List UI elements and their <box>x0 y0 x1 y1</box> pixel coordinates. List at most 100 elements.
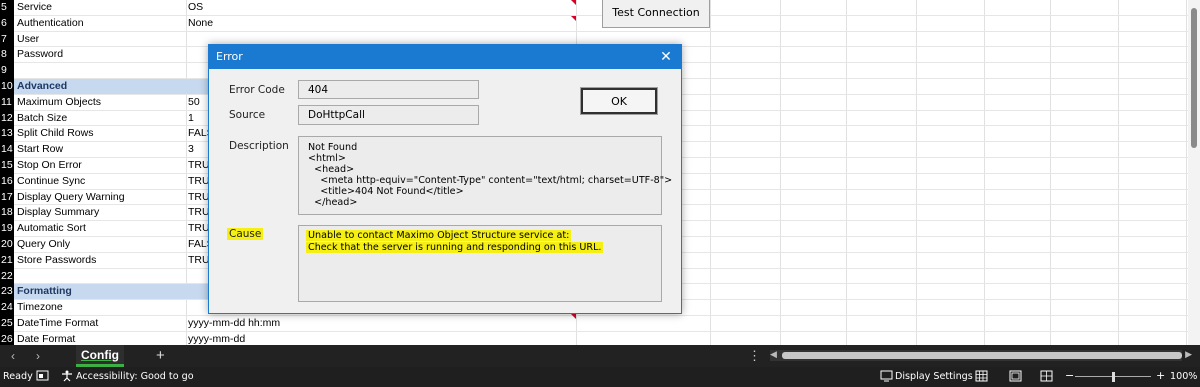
cause-line-text: Check that the server is running and res… <box>306 242 604 253</box>
cell-setting-name[interactable]: Stop On Error <box>14 158 186 174</box>
comment-indicator[interactable] <box>571 0 576 5</box>
dialog-title-bar[interactable]: Error ✕ <box>209 45 681 69</box>
cause-label: Cause <box>227 228 264 240</box>
horizontal-scroll-thumb[interactable] <box>782 352 1182 359</box>
cell-setting-name[interactable]: Authentication <box>14 16 186 32</box>
accessibility-status[interactable]: Accessibility: Good to go <box>76 371 194 382</box>
cell-setting-name[interactable]: Advanced <box>14 79 186 95</box>
scroll-right-icon[interactable]: ▶ <box>1185 349 1192 360</box>
normal-view-icon[interactable] <box>975 370 988 385</box>
excel-window: 5 Service OS 6 Authentication None 7 User 8 Passw… <box>0 0 1200 387</box>
cell-setting-name[interactable]: Maximum Objects <box>14 95 186 111</box>
description-line: <head> <box>308 164 355 175</box>
display-settings-label[interactable]: Display Settings <box>895 371 973 382</box>
row-header[interactable]: 7 <box>0 31 14 48</box>
cell-setting-value[interactable]: None <box>186 16 576 32</box>
error-dialog: Error ✕ Error Code 404 Source DoHttpCall… <box>208 44 682 314</box>
comment-indicator[interactable] <box>571 314 576 319</box>
cell-setting-name[interactable]: Batch Size <box>14 111 186 127</box>
horizontal-scrollbar[interactable]: ◀ ▶ <box>770 349 1192 361</box>
cell-setting-name[interactable]: Store Passwords <box>14 253 186 269</box>
cell-setting-name[interactable]: Service <box>14 0 186 16</box>
cell-setting-value[interactable]: yyyy-mm-dd hh:mm <box>186 316 576 332</box>
previous-sheet-icon[interactable]: ‹ <box>6 349 20 363</box>
zoom-in-icon[interactable]: + <box>1156 369 1165 382</box>
table-row: Service OS <box>14 0 1188 16</box>
zoom-slider-thumb[interactable] <box>1112 372 1115 382</box>
vertical-scroll-thumb[interactable] <box>1191 8 1197 148</box>
row-header[interactable]: 5 <box>0 0 14 16</box>
row-header[interactable]: 14 <box>0 142 14 158</box>
zoom-level[interactable]: 100% <box>1170 371 1197 382</box>
page-break-preview-icon[interactable] <box>1040 370 1053 385</box>
cause-text: Unable to contact Maximo Object Structur… <box>306 230 652 254</box>
ok-button[interactable]: OK <box>580 87 658 115</box>
ready-status: Ready <box>3 371 33 382</box>
cell-setting-name[interactable]: Formatting <box>14 284 186 301</box>
cause-line: Check that the server is running and res… <box>306 242 652 254</box>
row-header[interactable]: 8 <box>0 47 14 64</box>
cell-setting-name[interactable]: DateTime Format <box>14 316 186 332</box>
cell-setting-name[interactable]: Timezone <box>14 300 186 316</box>
table-row: DateTime Format yyyy-mm-dd hh:mm <box>14 316 1188 332</box>
display-settings-icon[interactable] <box>880 370 893 385</box>
description-label: Description <box>229 140 289 152</box>
row-header[interactable]: 26 <box>0 331 14 345</box>
cause-label-text: Cause <box>227 228 264 240</box>
row-header[interactable]: 13 <box>0 126 14 143</box>
description-line: <html> <box>308 153 346 164</box>
zoom-out-icon[interactable]: − <box>1065 369 1074 382</box>
row-header[interactable]: 10 <box>0 79 14 95</box>
row-header[interactable]: 17 <box>0 189 14 206</box>
cell-setting-value[interactable]: OS <box>186 0 576 16</box>
row-header[interactable]: 18 <box>0 205 14 222</box>
next-sheet-icon[interactable]: › <box>31 349 45 363</box>
cell-setting-name[interactable]: Split Child Rows <box>14 126 186 142</box>
sheet-tab-config[interactable]: Config <box>76 345 124 367</box>
dialog-title: Error <box>216 50 243 63</box>
cell-setting-name[interactable] <box>14 269 186 285</box>
cell-setting-name[interactable]: Display Summary <box>14 205 186 221</box>
test-connection-button[interactable]: Test Connection <box>602 0 710 28</box>
cell-setting-name[interactable]: Password <box>14 47 186 63</box>
cell-setting-name[interactable]: Display Query Warning <box>14 190 186 206</box>
cell-setting-name[interactable]: Automatic Sort <box>14 221 186 237</box>
error-code-label: Error Code <box>229 84 285 96</box>
row-header[interactable]: 15 <box>0 158 14 174</box>
cell-setting-name[interactable]: Start Row <box>14 142 186 158</box>
vertical-scrollbar[interactable] <box>1188 0 1200 345</box>
row-header[interactable]: 21 <box>0 252 14 269</box>
row-header[interactable]: 24 <box>0 300 14 316</box>
row-header[interactable]: 9 <box>0 63 14 79</box>
scroll-left-icon[interactable]: ◀ <box>770 349 777 360</box>
cell-setting-name[interactable]: Date Format <box>14 332 186 345</box>
row-header[interactable]: 11 <box>0 94 14 111</box>
row-header[interactable]: 19 <box>0 221 14 237</box>
cell-setting-value[interactable]: yyyy-mm-dd <box>186 332 576 345</box>
description-line: </head> <box>308 197 358 208</box>
close-icon[interactable]: ✕ <box>657 47 675 65</box>
more-options-icon[interactable]: ⋮ <box>748 348 761 364</box>
cell-setting-name[interactable] <box>14 63 186 79</box>
source-field: DoHttpCall <box>298 105 479 125</box>
cell-setting-name[interactable]: Query Only <box>14 237 186 253</box>
comment-indicator[interactable] <box>571 16 576 21</box>
row-header[interactable]: 23 <box>0 284 14 301</box>
cause-line-text: Unable to contact Maximo Object Structur… <box>306 230 572 241</box>
row-header[interactable]: 16 <box>0 173 14 190</box>
macro-recording-icon[interactable] <box>36 370 49 385</box>
cause-line: Unable to contact Maximo Object Structur… <box>306 230 652 242</box>
error-code-field: 404 <box>298 80 479 99</box>
row-header[interactable]: 6 <box>0 15 14 32</box>
row-header[interactable]: 20 <box>0 237 14 253</box>
accessibility-icon[interactable] <box>61 370 74 385</box>
table-row: Authentication None <box>14 16 1188 32</box>
cell-setting-name[interactable]: User <box>14 32 186 48</box>
add-sheet-icon[interactable]: + <box>156 347 165 364</box>
page-layout-icon[interactable] <box>1009 370 1022 385</box>
row-header[interactable]: 22 <box>0 268 14 285</box>
cell-setting-name[interactable]: Continue Sync <box>14 174 186 190</box>
row-header[interactable]: 12 <box>0 110 14 127</box>
source-label: Source <box>229 109 266 121</box>
row-header[interactable]: 25 <box>0 316 14 332</box>
